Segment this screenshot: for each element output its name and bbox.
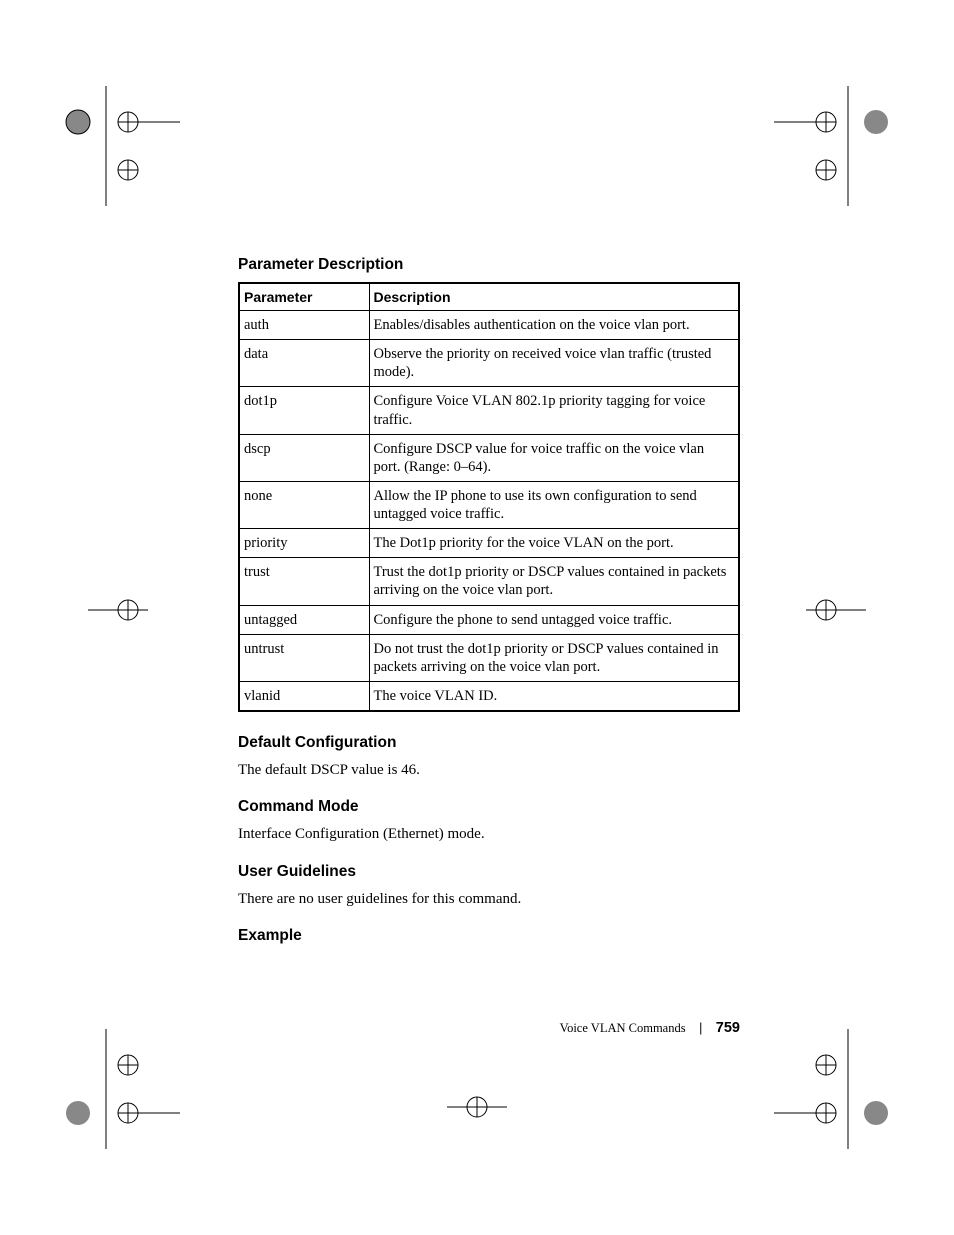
crop-mark-icon [88,590,148,630]
footer-separator: | [699,1021,702,1035]
table-row: untrust Do not trust the dot1p priority … [239,634,739,681]
table-header-row: Parameter Description [239,283,739,311]
heading-user-guidelines: User Guidelines [238,863,740,881]
cell-description: The voice VLAN ID. [369,681,739,711]
page-footer: Voice VLAN Commands | 759 [0,1020,740,1036]
table-row: data Observe the priority on received vo… [239,340,739,387]
crop-mark-icon [447,1087,507,1127]
footer-chapter: Voice VLAN Commands [560,1021,686,1035]
cell-parameter: none [239,481,369,528]
crop-mark-icon [774,1029,894,1149]
footer-page-number: 759 [716,1020,740,1036]
crop-mark-icon [60,1029,180,1149]
table-row: dscp Configure DSCP value for voice traf… [239,434,739,481]
th-description: Description [369,283,739,311]
heading-example: Example [238,927,740,945]
cell-parameter: priority [239,529,369,558]
cell-description: Configure Voice VLAN 802.1p priority tag… [369,387,739,434]
table-row: vlanid The voice VLAN ID. [239,681,739,711]
table-row: none Allow the IP phone to use its own c… [239,481,739,528]
parameter-table: Parameter Description auth Enables/disab… [238,282,740,712]
table-row: untagged Configure the phone to send unt… [239,605,739,634]
cell-description: Do not trust the dot1p priority or DSCP … [369,634,739,681]
page-content: Parameter Description Parameter Descript… [238,256,740,953]
cell-description: Allow the IP phone to use its own config… [369,481,739,528]
cell-description: Configure DSCP value for voice traffic o… [369,434,739,481]
cell-parameter: dot1p [239,387,369,434]
cell-parameter: trust [239,558,369,605]
th-parameter: Parameter [239,283,369,311]
cell-parameter: auth [239,311,369,340]
heading-parameter-description: Parameter Description [238,256,740,274]
text-user-guidelines: There are no user guidelines for this co… [238,889,740,909]
cell-description: Observe the priority on received voice v… [369,340,739,387]
cell-description: Configure the phone to send untagged voi… [369,605,739,634]
table-row: trust Trust the dot1p priority or DSCP v… [239,558,739,605]
crop-mark-icon [806,590,866,630]
cell-description: The Dot1p priority for the voice VLAN on… [369,529,739,558]
text-default-configuration: The default DSCP value is 46. [238,760,740,780]
cell-parameter: vlanid [239,681,369,711]
cell-description: Trust the dot1p priority or DSCP values … [369,558,739,605]
table-row: dot1p Configure Voice VLAN 802.1p priori… [239,387,739,434]
table-row: auth Enables/disables authentication on … [239,311,739,340]
cell-parameter: data [239,340,369,387]
crop-mark-icon [774,86,894,206]
text-command-mode: Interface Configuration (Ethernet) mode. [238,824,740,844]
crop-mark-icon [60,86,180,206]
heading-default-configuration: Default Configuration [238,734,740,752]
cell-parameter: untagged [239,605,369,634]
cell-description: Enables/disables authentication on the v… [369,311,739,340]
cell-parameter: dscp [239,434,369,481]
table-row: priority The Dot1p priority for the voic… [239,529,739,558]
cell-parameter: untrust [239,634,369,681]
heading-command-mode: Command Mode [238,798,740,816]
